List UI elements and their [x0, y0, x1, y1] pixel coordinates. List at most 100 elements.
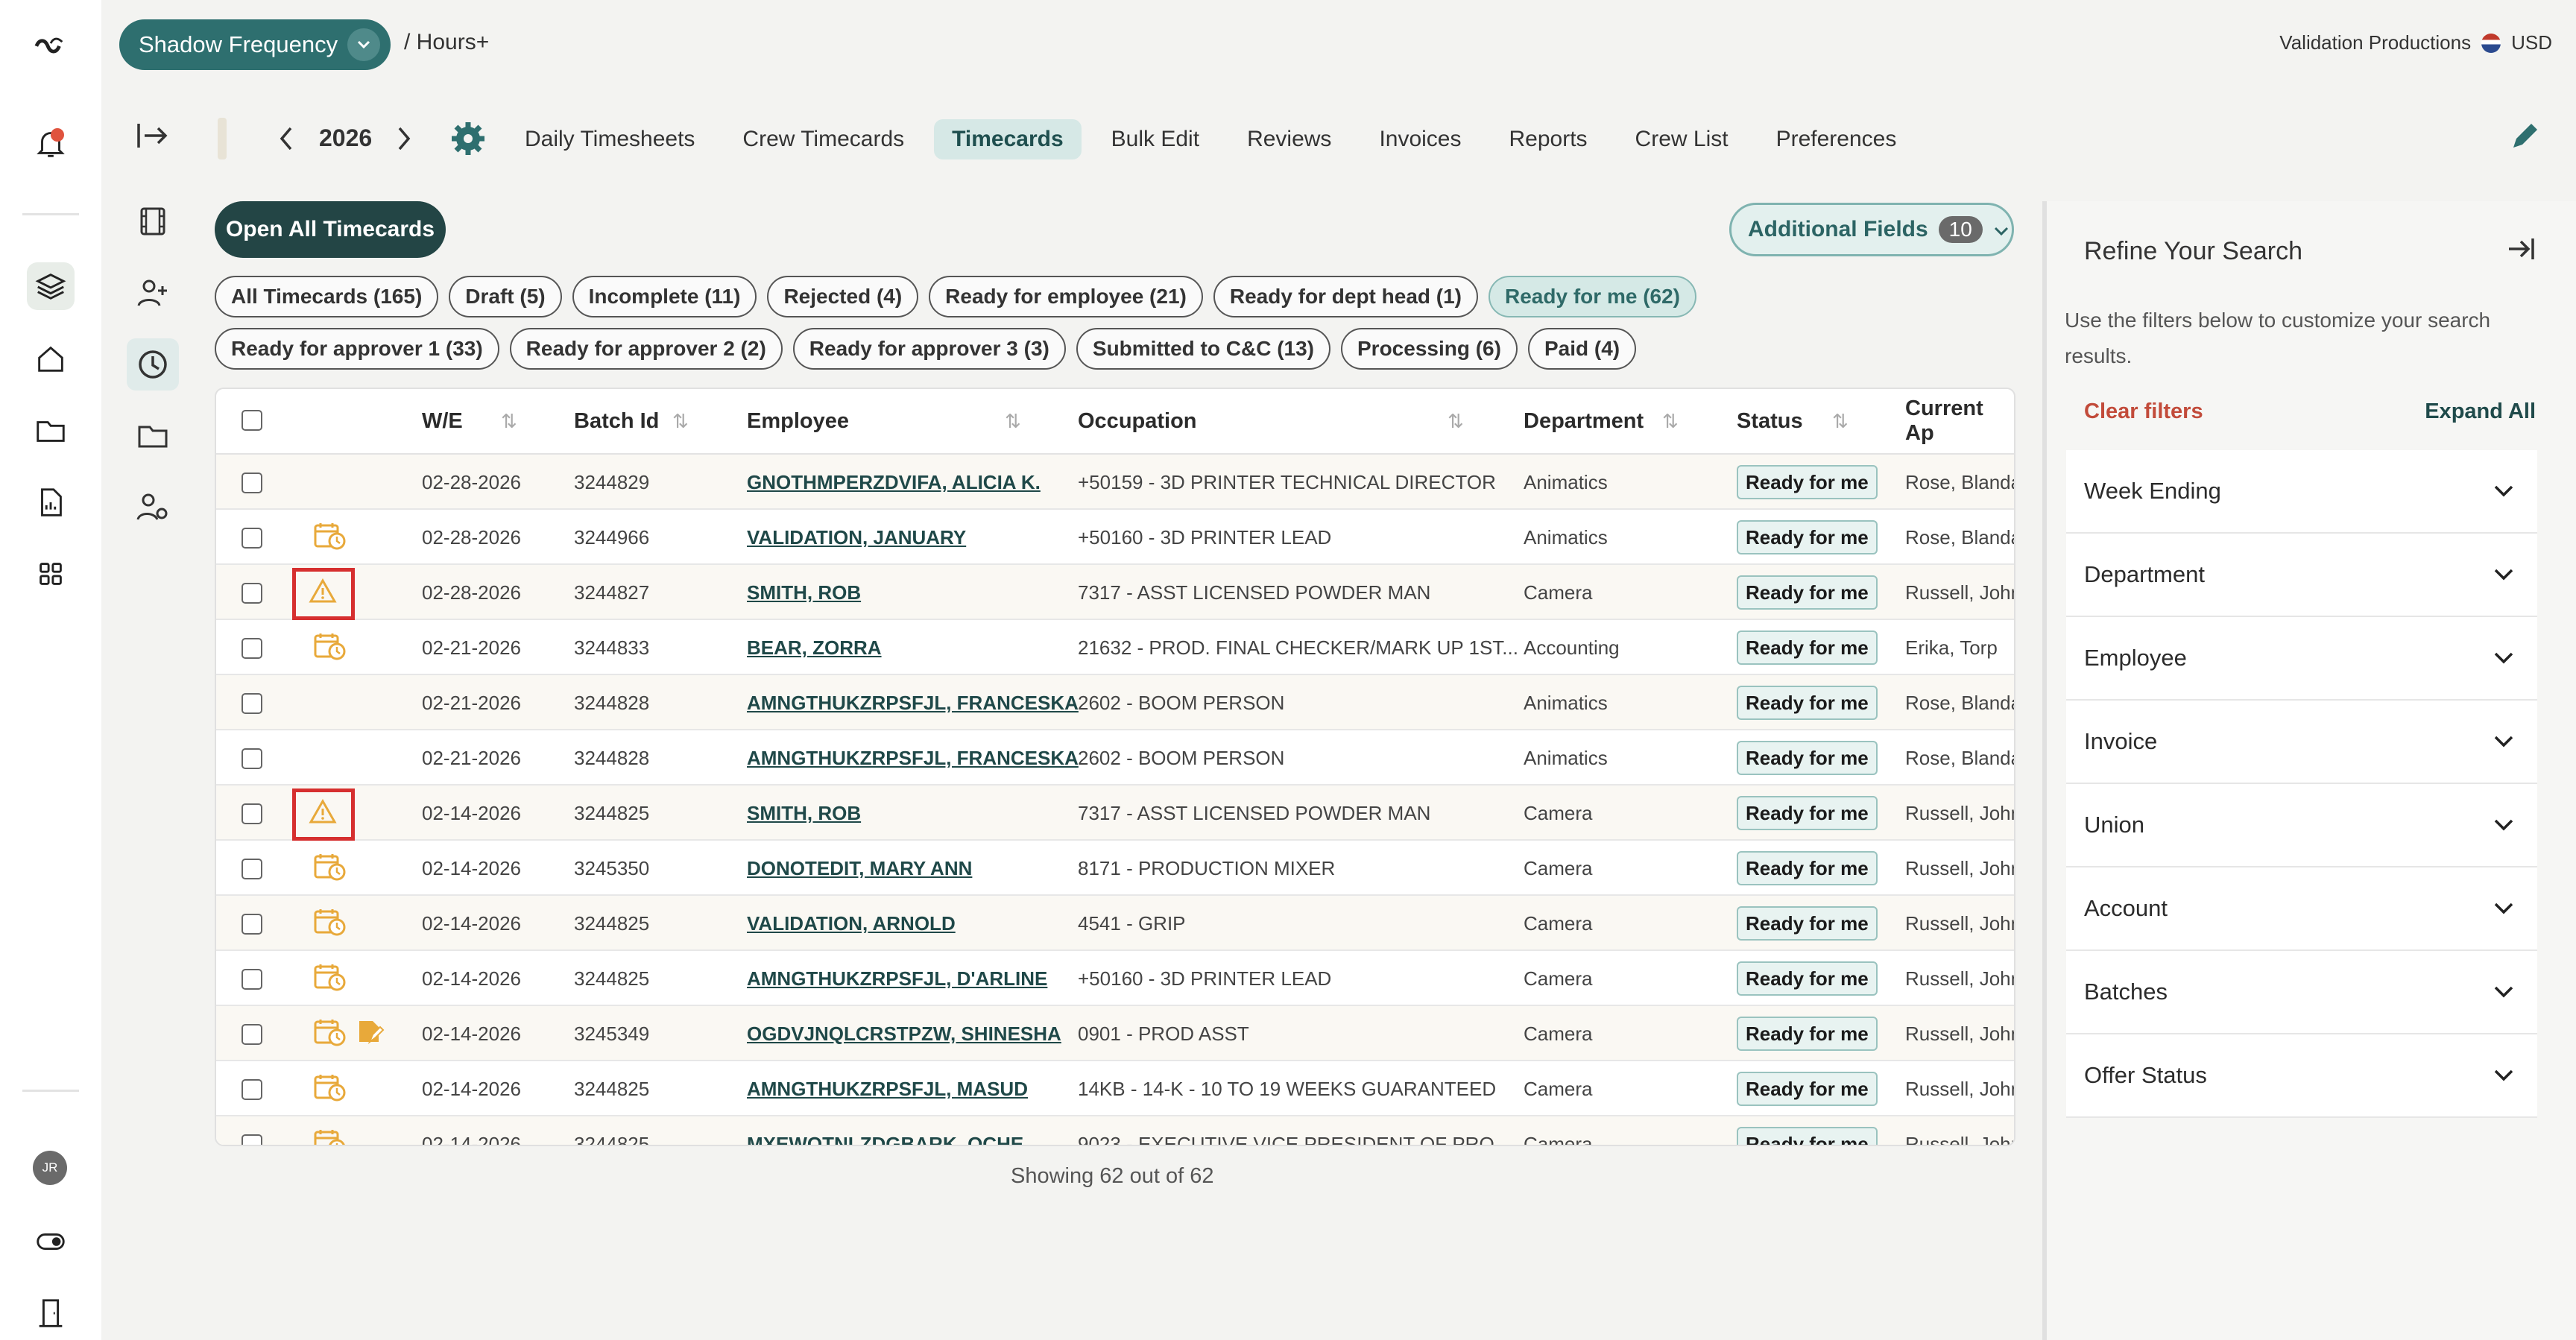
avatar[interactable]: JR: [33, 1151, 67, 1185]
employee-link[interactable]: VALIDATION, JANUARY: [747, 526, 966, 549]
row-checkbox[interactable]: [242, 803, 262, 824]
folder-icon[interactable]: [127, 410, 179, 462]
col-current-approver[interactable]: Current Ap: [1905, 396, 2014, 446]
tab-reviews[interactable]: Reviews: [1229, 119, 1349, 159]
filter-offer-status[interactable]: Offer Status: [2066, 1034, 2537, 1118]
row-checkbox[interactable]: [242, 969, 262, 990]
table-row[interactable]: 02-28-2026 3244827 SMITH, ROB 7317 - ASST L…: [216, 565, 2014, 620]
chip-ready-for-me[interactable]: Ready for me (62): [1489, 276, 1696, 317]
sort-icon[interactable]: ⇅: [1832, 410, 1849, 433]
row-checkbox[interactable]: [242, 859, 262, 879]
filter-employee[interactable]: Employee: [2066, 617, 2537, 701]
employee-link[interactable]: MXEWOTNLZDGBARK, OCHE: [747, 1133, 1023, 1145]
warning-icon[interactable]: [309, 578, 337, 607]
row-checkbox[interactable]: [242, 914, 262, 935]
employee-link[interactable]: AMNGTHUKZRPSFJL, FRANCESKA: [747, 692, 1079, 715]
col-employee[interactable]: Employee: [747, 409, 849, 434]
sort-icon[interactable]: ⇅: [672, 410, 689, 433]
clear-filters-link[interactable]: Clear filters: [2084, 399, 2203, 424]
bell-icon[interactable]: [27, 119, 75, 167]
sort-icon[interactable]: ⇅: [501, 410, 517, 433]
pencil-icon[interactable]: [2507, 121, 2540, 157]
calendar-clock-icon[interactable]: [313, 522, 347, 556]
sort-icon[interactable]: ⇅: [1005, 410, 1021, 433]
currency-label[interactable]: USD: [2511, 31, 2552, 54]
filter-week-ending[interactable]: Week Ending: [2066, 450, 2537, 534]
document-chart-icon[interactable]: [27, 478, 75, 526]
tab-bulk-edit[interactable]: Bulk Edit: [1093, 119, 1217, 159]
table-row[interactable]: 02-21-2026 3244828 AMNGTHUKZRPSFJL, FRANCE…: [216, 675, 2014, 730]
home-icon[interactable]: [27, 335, 75, 383]
chip-draft[interactable]: Draft (5): [449, 276, 562, 317]
row-checkbox[interactable]: [242, 748, 262, 769]
calendar-clock-icon[interactable]: [313, 963, 347, 997]
select-all-checkbox[interactable]: [242, 410, 262, 431]
sort-icon[interactable]: ⇅: [1662, 410, 1679, 433]
clock-icon[interactable]: [127, 338, 179, 391]
col-department[interactable]: Department: [1524, 409, 1644, 434]
filter-batches[interactable]: Batches: [2066, 951, 2537, 1034]
table-row[interactable]: 02-21-2026 3244833 BEAR, ZORRA 21632 - PROD…: [216, 620, 2014, 675]
table-row[interactable]: 02-14-2026 3244825 VALIDATION, ARNOLD 4541 …: [216, 896, 2014, 951]
chip-submitted-to-cc[interactable]: Submitted to C&C (13): [1076, 328, 1330, 370]
document-edit-icon[interactable]: [355, 1017, 385, 1050]
table-row[interactable]: 02-14-2026 3244825 SMITH, ROB 7317 - ASST L…: [216, 786, 2014, 841]
expand-sidebar-icon[interactable]: [134, 121, 171, 154]
table-row[interactable]: 02-28-2026 3244829 GNOTHMPERZDVIFA, ALICIA…: [216, 455, 2014, 510]
chip-processing[interactable]: Processing (6): [1341, 328, 1518, 370]
employee-link[interactable]: AMNGTHUKZRPSFJL, D'ARLINE: [747, 967, 1047, 990]
row-checkbox[interactable]: [242, 693, 262, 714]
tab-crew-timecards[interactable]: Crew Timecards: [724, 119, 922, 159]
filter-union[interactable]: Union: [2066, 784, 2537, 867]
table-row[interactable]: 02-21-2026 3244828 AMNGTHUKZRPSFJL, FRANCE…: [216, 730, 2014, 786]
row-checkbox[interactable]: [242, 1024, 262, 1045]
apps-grid-icon[interactable]: [27, 550, 75, 598]
toggle-icon[interactable]: [27, 1218, 75, 1265]
film-icon[interactable]: [127, 195, 179, 247]
collapse-panel-icon[interactable]: [2506, 236, 2536, 266]
employee-link[interactable]: GNOTHMPERZDVIFA, ALICIA K.: [747, 471, 1041, 494]
tab-daily-timesheets[interactable]: Daily Timesheets: [507, 119, 713, 159]
row-checkbox[interactable]: [242, 1079, 262, 1100]
calendar-clock-icon[interactable]: [313, 632, 347, 666]
layers-icon[interactable]: [27, 262, 75, 310]
table-row[interactable]: 02-14-2026 3244825 MXEWOTNLZDGBARK, OCHE 90…: [216, 1116, 2014, 1145]
col-we[interactable]: W/E: [422, 409, 463, 434]
table-row[interactable]: 02-14-2026 3244825 AMNGTHUKZRPSFJL, D'ARLI…: [216, 951, 2014, 1006]
chip-incomplete[interactable]: Incomplete (11): [572, 276, 757, 317]
employee-link[interactable]: SMITH, ROB: [747, 581, 861, 604]
row-checkbox[interactable]: [242, 638, 262, 659]
employee-link[interactable]: OGDVJNQLCRSTPZW, SHINESHA: [747, 1023, 1061, 1046]
open-all-timecards-button[interactable]: Open All Timecards: [215, 201, 446, 258]
warning-icon[interactable]: [309, 798, 337, 828]
sort-icon[interactable]: ⇅: [1448, 410, 1464, 433]
prev-year-arrow-icon[interactable]: [277, 125, 295, 156]
col-status[interactable]: Status: [1737, 409, 1803, 434]
row-checkbox[interactable]: [242, 473, 262, 493]
filter-department[interactable]: Department: [2066, 534, 2537, 617]
folder-icon[interactable]: [27, 407, 75, 455]
breadcrumb[interactable]: / Hours+: [404, 30, 489, 55]
users-settings-icon[interactable]: [127, 481, 179, 534]
expand-all-link[interactable]: Expand All: [2425, 399, 2536, 424]
chip-ready-for-employee[interactable]: Ready for employee (21): [929, 276, 1203, 317]
employee-link[interactable]: AMNGTHUKZRPSFJL, MASUD: [747, 1078, 1028, 1101]
table-row[interactable]: 02-14-2026 3245349 OGDVJNQLCRSTPZW, SHINES…: [216, 1006, 2014, 1061]
calendar-clock-icon[interactable]: [313, 1073, 347, 1107]
calendar-clock-icon[interactable]: [313, 853, 347, 887]
gear-icon[interactable]: [450, 121, 486, 160]
row-checkbox[interactable]: [242, 528, 262, 549]
col-occupation[interactable]: Occupation: [1078, 409, 1197, 434]
chip-ready-for-approver-1[interactable]: Ready for approver 1 (33): [215, 328, 499, 370]
calendar-clock-icon[interactable]: [313, 1018, 347, 1052]
tab-invoices[interactable]: Invoices: [1361, 119, 1479, 159]
add-user-icon[interactable]: [127, 267, 179, 319]
employee-link[interactable]: SMITH, ROB: [747, 802, 861, 825]
chip-ready-for-approver-3[interactable]: Ready for approver 3 (3): [792, 328, 1066, 370]
row-checkbox[interactable]: [242, 583, 262, 604]
tab-timecards[interactable]: Timecards: [934, 119, 1082, 159]
tab-preferences[interactable]: Preferences: [1758, 119, 1915, 159]
next-year-arrow-icon[interactable]: [395, 125, 413, 156]
tab-reports[interactable]: Reports: [1491, 119, 1606, 159]
chip-rejected[interactable]: Rejected (4): [767, 276, 919, 317]
